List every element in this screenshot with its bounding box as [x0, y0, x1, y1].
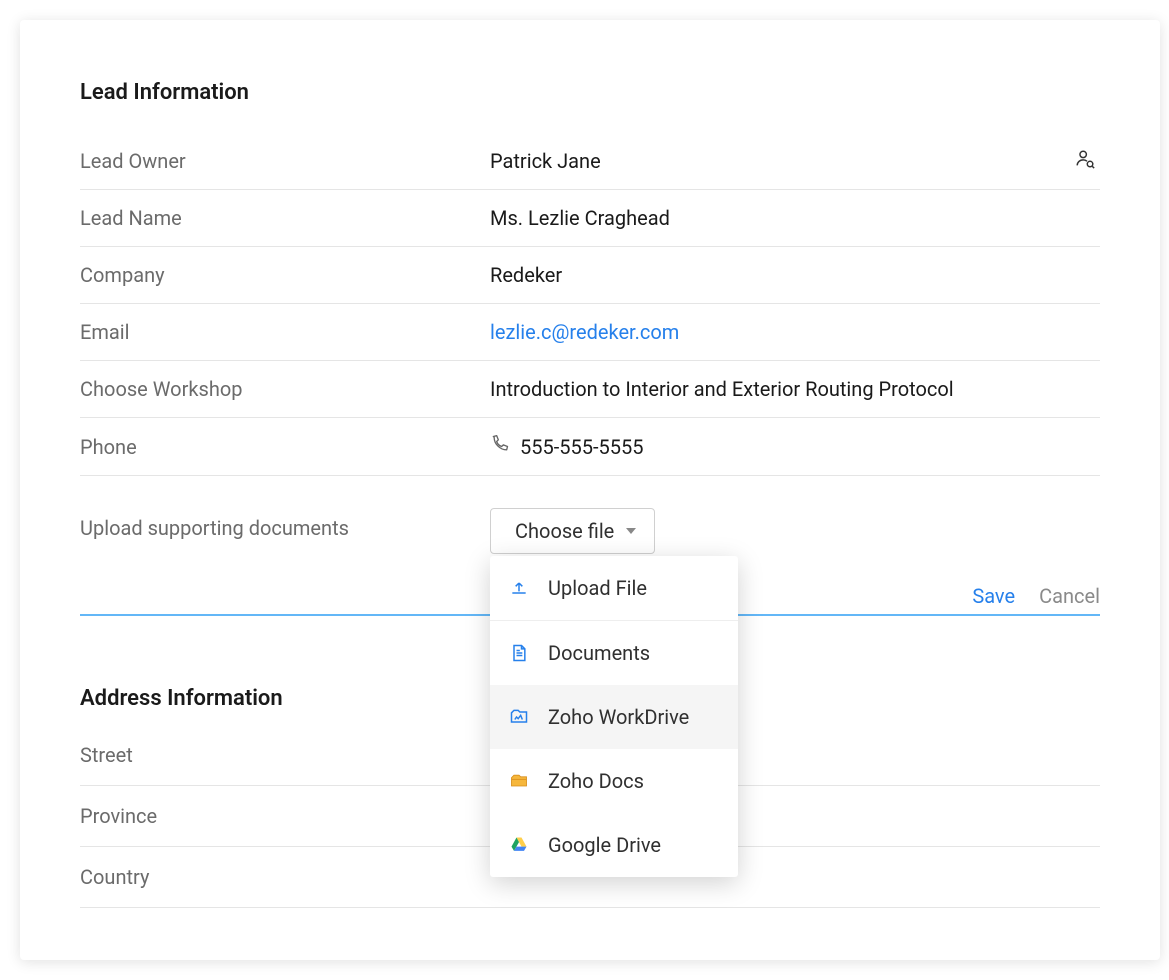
lead-name-row: Lead Name Ms. Lezlie Craghead — [80, 190, 1100, 247]
choose-file-button[interactable]: Choose file — [490, 508, 655, 554]
upload-label: Upload supporting documents — [80, 508, 490, 540]
cancel-button[interactable]: Cancel — [1039, 584, 1100, 608]
lead-owner-label: Lead Owner — [80, 149, 490, 173]
upload-icon — [508, 577, 530, 599]
country-label: Country — [80, 865, 149, 889]
upload-control: Choose file Upload File — [490, 508, 655, 554]
lead-name-label: Lead Name — [80, 206, 490, 230]
phone-row: Phone 555-555-5555 — [80, 418, 1100, 476]
gdrive-icon — [508, 834, 530, 856]
document-icon — [508, 642, 530, 664]
lead-form-card: Lead Information Lead Owner Patrick Jane… — [20, 20, 1160, 960]
dropdown-item-upload-file[interactable]: Upload File — [490, 556, 738, 621]
company-row: Company Redeker — [80, 247, 1100, 304]
province-label: Province — [80, 804, 157, 828]
dropdown-item-label: Upload File — [548, 576, 647, 600]
lead-info-title: Lead Information — [80, 80, 1100, 105]
dropdown-item-label: Zoho WorkDrive — [548, 705, 689, 729]
phone-value[interactable]: 555-555-5555 — [490, 434, 1100, 459]
caret-down-icon — [626, 528, 636, 534]
save-button[interactable]: Save — [972, 584, 1015, 608]
lead-owner-value[interactable]: Patrick Jane — [490, 149, 1100, 173]
choose-file-label: Choose file — [515, 519, 614, 543]
dropdown-item-label: Google Drive — [548, 833, 661, 857]
dropdown-item-zoho-workdrive[interactable]: Zoho WorkDrive — [490, 685, 738, 749]
dropdown-item-documents[interactable]: Documents — [490, 621, 738, 685]
dropdown-item-zoho-docs[interactable]: Zoho Docs — [490, 749, 738, 813]
workshop-row: Choose Workshop Introduction to Interior… — [80, 361, 1100, 418]
phone-number: 555-555-5555 — [520, 435, 643, 459]
dropdown-item-google-drive[interactable]: Google Drive — [490, 813, 738, 877]
street-label: Street — [80, 743, 133, 767]
lead-owner-row: Lead Owner Patrick Jane — [80, 133, 1100, 190]
workshop-label: Choose Workshop — [80, 377, 490, 401]
zohodocs-icon — [508, 770, 530, 792]
upload-row: Upload supporting documents Choose file … — [80, 476, 1100, 554]
email-row: Email lezlie.c@redeker.com — [80, 304, 1100, 361]
phone-label: Phone — [80, 435, 490, 459]
workshop-value[interactable]: Introduction to Interior and Exterior Ro… — [490, 377, 1100, 401]
file-source-dropdown: Upload File Documents — [490, 556, 738, 877]
email-value[interactable]: lezlie.c@redeker.com — [490, 320, 1100, 344]
phone-icon — [490, 434, 510, 459]
workdrive-icon — [508, 706, 530, 728]
lead-name-value[interactable]: Ms. Lezlie Craghead — [490, 206, 1100, 230]
company-value[interactable]: Redeker — [490, 263, 1100, 287]
dropdown-item-label: Documents — [548, 641, 650, 665]
email-label: Email — [80, 320, 490, 344]
dropdown-item-label: Zoho Docs — [548, 769, 644, 793]
company-label: Company — [80, 263, 490, 287]
person-search-icon[interactable] — [1074, 148, 1096, 174]
